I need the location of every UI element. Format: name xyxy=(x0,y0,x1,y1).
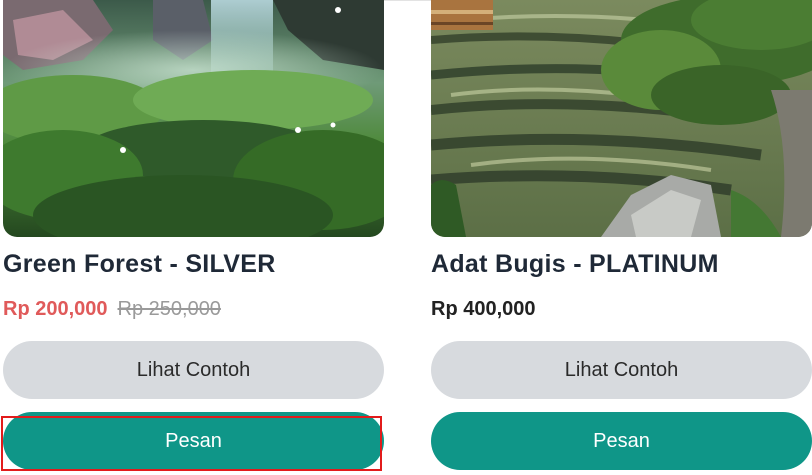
original-price: Rp 250,000 xyxy=(117,298,221,320)
product-card-adat-bugis: Adat Bugis - PLATINUM Rp 400,000 Lihat C… xyxy=(431,0,812,470)
order-button[interactable]: Pesan xyxy=(3,412,384,470)
river-landscape-image xyxy=(431,0,812,237)
sale-price: Rp 200,000 xyxy=(3,298,108,320)
preview-button[interactable]: Lihat Contoh xyxy=(3,341,384,399)
forest-landscape-image xyxy=(3,0,384,237)
price-row: Rp 400,000 xyxy=(431,298,536,321)
divider xyxy=(383,0,431,1)
product-thumbnail[interactable] xyxy=(3,0,384,237)
product-card-green-forest: Green Forest - SILVER Rp 200,000 Rp 250,0… xyxy=(3,0,384,470)
product-title: Adat Bugis - PLATINUM xyxy=(431,250,719,278)
product-title: Green Forest - SILVER xyxy=(3,250,276,278)
order-button[interactable]: Pesan xyxy=(431,412,812,470)
preview-button[interactable]: Lihat Contoh xyxy=(431,341,812,399)
product-thumbnail[interactable] xyxy=(431,0,812,237)
price-row: Rp 200,000 Rp 250,000 xyxy=(3,298,221,321)
product-grid: Green Forest - SILVER Rp 200,000 Rp 250,0… xyxy=(0,0,812,475)
price: Rp 400,000 xyxy=(431,298,536,320)
